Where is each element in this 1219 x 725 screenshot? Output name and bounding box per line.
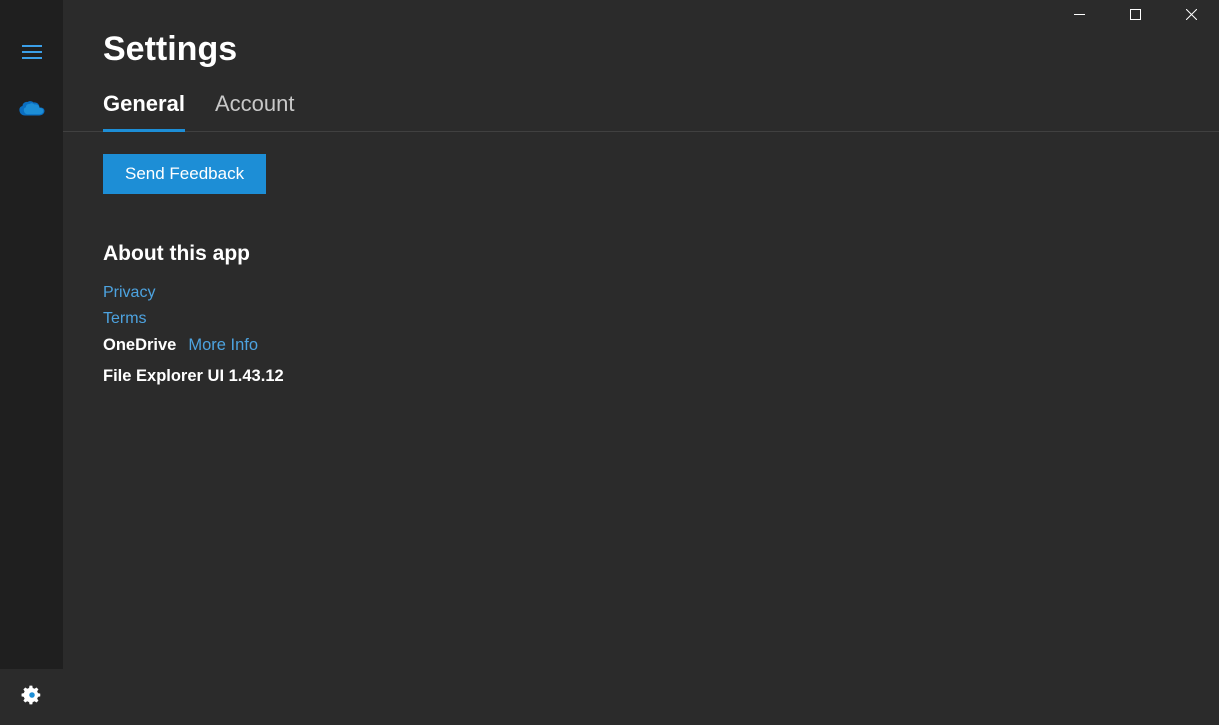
sidebar-settings[interactable] xyxy=(0,669,63,725)
version-text: File Explorer UI 1.43.12 xyxy=(103,367,1179,386)
hamburger-icon xyxy=(22,45,42,64)
window-controls xyxy=(1051,0,1219,40)
app-name-row: OneDrive More Info xyxy=(103,336,1179,355)
app-name-label: OneDrive xyxy=(103,336,176,355)
tab-general[interactable]: General xyxy=(103,91,185,131)
sidebar-onedrive[interactable] xyxy=(0,88,63,136)
sidebar xyxy=(0,0,63,725)
page-title: Settings xyxy=(103,30,1179,69)
tab-content: Send Feedback About this app Privacy Ter… xyxy=(103,132,1179,386)
app-window: Settings General Account Send Feedback A… xyxy=(0,0,1219,725)
minimize-icon xyxy=(1074,7,1085,25)
terms-link[interactable]: Terms xyxy=(103,310,147,328)
about-heading: About this app xyxy=(103,242,1179,266)
tabs: General Account xyxy=(63,91,1219,132)
sidebar-hamburger[interactable] xyxy=(0,30,63,78)
onedrive-icon xyxy=(19,101,45,123)
maximize-icon xyxy=(1130,7,1141,25)
minimize-button[interactable] xyxy=(1051,0,1107,32)
close-button[interactable] xyxy=(1163,0,1219,32)
tab-account[interactable]: Account xyxy=(215,91,295,131)
send-feedback-button[interactable]: Send Feedback xyxy=(103,154,266,194)
maximize-button[interactable] xyxy=(1107,0,1163,32)
close-icon xyxy=(1186,7,1197,25)
gear-icon xyxy=(21,684,43,711)
privacy-link[interactable]: Privacy xyxy=(103,284,155,302)
more-info-link[interactable]: More Info xyxy=(188,336,258,355)
main-content: Settings General Account Send Feedback A… xyxy=(63,0,1219,725)
